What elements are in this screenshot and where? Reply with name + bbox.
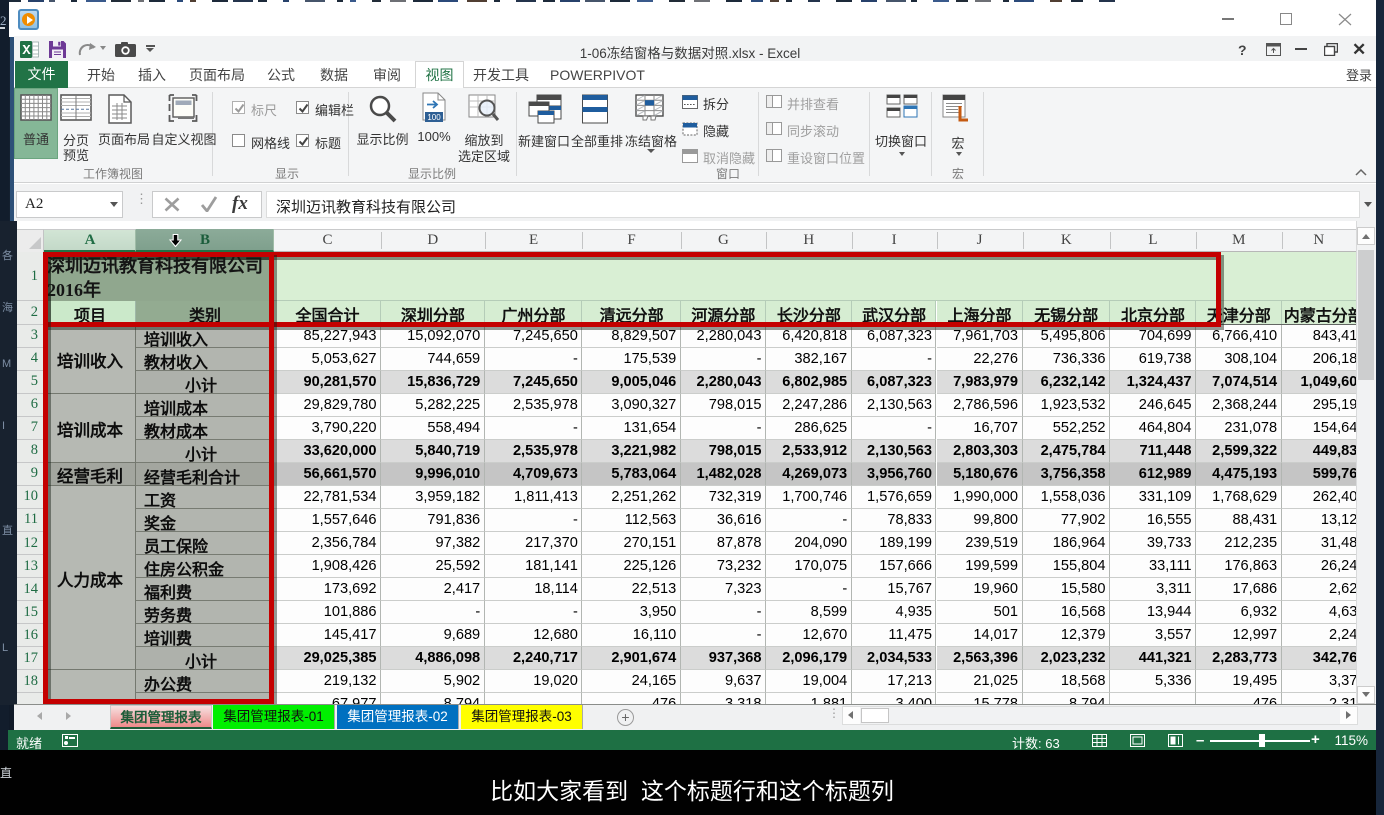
svg-text:100: 100 bbox=[427, 113, 441, 122]
